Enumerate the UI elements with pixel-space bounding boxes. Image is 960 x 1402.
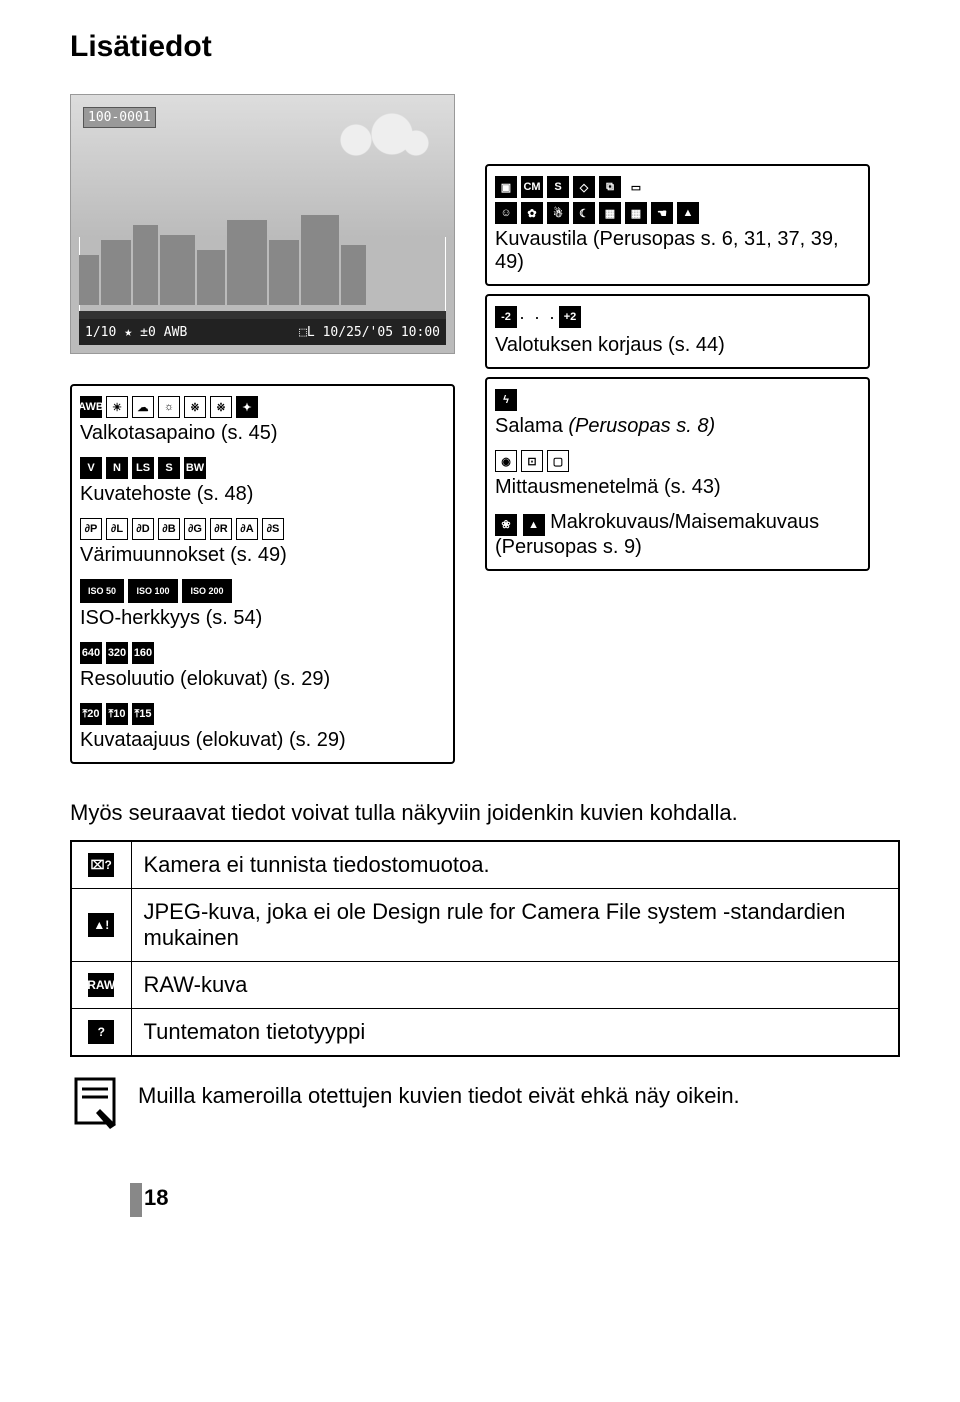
custom-wb-icon: ✦ bbox=[236, 396, 258, 418]
row-text: JPEG-kuva, joka ei ole Design rule for C… bbox=[131, 889, 899, 962]
ev-minus2-icon: -2 bbox=[495, 306, 517, 328]
star-icon: ★ bbox=[124, 325, 132, 340]
shooting-mode-box: ▣ CM S ◇ ⧉ ▭ ☺ ✿ ☃ ☾ ▦ ▦ ☚ ▲ Kuvaustila … bbox=[485, 164, 870, 286]
ev-value: ±0 bbox=[140, 325, 156, 340]
shooting-mode-label: Kuvaustila (Perusopas s. 6, 31, 37, 39, … bbox=[495, 228, 860, 274]
bw-icon: BW bbox=[184, 457, 206, 479]
exposure-label: Valotuksen korjaus (s. 44) bbox=[495, 334, 860, 357]
photo-counter: 100-0001 bbox=[83, 107, 156, 128]
shutter-value: 1/10 bbox=[85, 325, 116, 340]
mode-snow-icon: ☃ bbox=[547, 202, 569, 224]
page-title: Lisätiedot bbox=[70, 30, 900, 64]
ev-plus2-icon: +2 bbox=[559, 306, 581, 328]
table-row: RAW RAW-kuva bbox=[71, 962, 899, 1009]
mode-s-icon: S bbox=[547, 176, 569, 198]
color-a-icon: ∂A bbox=[236, 518, 258, 540]
res320-icon: 320 bbox=[106, 642, 128, 664]
multi-settings-box: ϟ Salama (Perusopas s. 8) ◉ ⊡ ▢ Mittausm… bbox=[485, 377, 870, 571]
mode-indoor-icon: ☚ bbox=[651, 202, 673, 224]
resolution-label: Resoluutio (elokuvat) (s. 29) bbox=[80, 668, 445, 691]
awb-indicator: AWB bbox=[164, 325, 187, 340]
flash-label: Salama (Perusopas s. 8) bbox=[495, 415, 860, 438]
mode-portrait-icon: ☺ bbox=[495, 202, 517, 224]
footer-note: Muilla kameroilla otettujen kuvien tiedo… bbox=[138, 1075, 740, 1109]
mode-cm-icon: CM bbox=[521, 176, 543, 198]
macro-label: ❀ ▲ Makrokuvaus/Maisemakuvaus (Perusopas… bbox=[495, 511, 860, 559]
color-b-icon: ∂B bbox=[158, 518, 180, 540]
metering-label: Mittausmenetelmä (s. 43) bbox=[495, 476, 860, 499]
mode-underwater-icon: ▦ bbox=[625, 202, 647, 224]
tungsten-icon: ☼ bbox=[158, 396, 180, 418]
unknown-type-icon: ? bbox=[88, 1020, 114, 1044]
unknown-format-icon: ⌧? bbox=[88, 853, 114, 877]
file-types-table: ⌧? Kamera ei tunnista tiedostomuotoa. ▲!… bbox=[70, 840, 900, 1057]
row-text: RAW-kuva bbox=[131, 962, 899, 1009]
sunny-icon: ☀ bbox=[106, 396, 128, 418]
iso100-icon: ISO 100 bbox=[128, 579, 178, 603]
fps15-icon: ⤒15 bbox=[132, 703, 154, 725]
neutral-icon: N bbox=[106, 457, 128, 479]
color-l-icon: ∂L bbox=[106, 518, 128, 540]
iso-label: ISO-herkkyys (s. 54) bbox=[80, 607, 445, 630]
page-number: 18 bbox=[144, 1185, 168, 1211]
raw-icon: RAW bbox=[88, 973, 114, 997]
sepia-icon: S bbox=[158, 457, 180, 479]
color-r-icon: ∂R bbox=[210, 518, 232, 540]
vivid-icon: V bbox=[80, 457, 102, 479]
res160-icon: 160 bbox=[132, 642, 154, 664]
fps10-icon: ⤒10 bbox=[106, 703, 128, 725]
awb-icon: AWB bbox=[80, 396, 102, 418]
exposure-box: -2 · · · +2 Valotuksen korjaus (s. 44) bbox=[485, 294, 870, 369]
macro-icon: ❀ bbox=[495, 514, 517, 536]
framerate-label: Kuvataajuus (elokuvat) (s. 29) bbox=[80, 729, 445, 752]
left-settings-box: AWB ☀ ☁ ☼ ※ ※ ✦ Valkotasapaino (s. 45) V… bbox=[70, 384, 455, 764]
flash-icon: ϟ bbox=[495, 389, 517, 411]
mode-foliage-icon: ✿ bbox=[521, 202, 543, 224]
mode-landscape-icon: ▲ bbox=[677, 202, 699, 224]
color-transforms-label: Värimuunnokset (s. 49) bbox=[80, 544, 445, 567]
info-paragraph: Myös seuraavat tiedot voivat tulla näkyv… bbox=[70, 800, 900, 826]
image-effect-label: Kuvatehoste (s. 48) bbox=[80, 483, 445, 506]
color-g-icon: ∂G bbox=[184, 518, 206, 540]
fluorescent-icon: ※ bbox=[184, 396, 206, 418]
metering-spot-icon: ▢ bbox=[547, 450, 569, 472]
warning-icon: ▲! bbox=[88, 913, 114, 937]
mode-fireworks-icon: ▦ bbox=[599, 202, 621, 224]
fluorescent-h-icon: ※ bbox=[210, 396, 232, 418]
metering-evaluative-icon: ◉ bbox=[495, 450, 517, 472]
table-row: ▲! JPEG-kuva, joka ei ole Design rule fo… bbox=[71, 889, 899, 962]
white-balance-label: Valkotasapaino (s. 45) bbox=[80, 422, 445, 445]
iso50-icon: ISO 50 bbox=[80, 579, 124, 603]
row-text: Tuntematon tietotyyppi bbox=[131, 1009, 899, 1057]
cloudy-icon: ☁ bbox=[132, 396, 154, 418]
color-p-icon: ∂P bbox=[80, 518, 102, 540]
row-text: Kamera ei tunnista tiedostomuotoa. bbox=[131, 841, 899, 889]
res640-icon: 640 bbox=[80, 642, 102, 664]
metering-center-icon: ⊡ bbox=[521, 450, 543, 472]
landscape-icon: ▲ bbox=[523, 514, 545, 536]
iso200-icon: ISO 200 bbox=[182, 579, 232, 603]
camera-preview-image: 100-0001 1/10 ★ ±0 AWB ⬚L 10/25/'05 10:0… bbox=[70, 94, 455, 354]
mode-night-icon: ☾ bbox=[573, 202, 595, 224]
color-s-icon: ∂S bbox=[262, 518, 284, 540]
color-d-icon: ∂D bbox=[132, 518, 154, 540]
mode-auto-icon: ▣ bbox=[495, 176, 517, 198]
fps20-icon: ⤒20 bbox=[80, 703, 102, 725]
low-sharp-icon: LS bbox=[132, 457, 154, 479]
table-row: ? Tuntematon tietotyyppi bbox=[71, 1009, 899, 1057]
mode-stitch-icon: ⧉ bbox=[599, 176, 621, 198]
mode-movie-icon: ▭ bbox=[625, 176, 647, 198]
mode-diamond-icon: ◇ bbox=[573, 176, 595, 198]
note-icon bbox=[70, 1075, 120, 1131]
photo-timestamp: ⬚L 10/25/'05 10:00 bbox=[299, 325, 440, 340]
table-row: ⌧? Kamera ei tunnista tiedostomuotoa. bbox=[71, 841, 899, 889]
